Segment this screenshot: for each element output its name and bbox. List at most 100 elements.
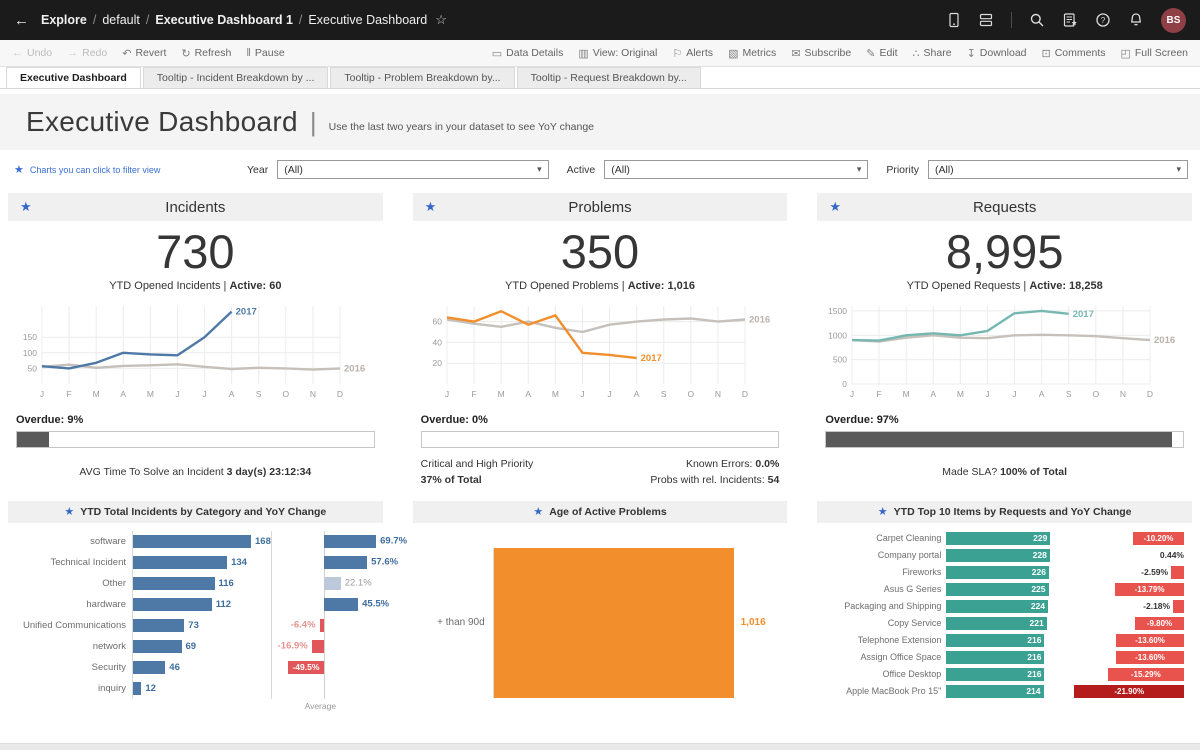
data-details-button[interactable]: ▭Data Details — [492, 47, 564, 60]
request-bar[interactable]: 214 — [946, 685, 1043, 698]
request-bar[interactable]: 226 — [946, 566, 1049, 579]
incidents-kpi-subtitle: YTD Opened Incidents | Active: 60 — [8, 280, 383, 292]
request-row[interactable]: Carpet Cleaning229-10.20% — [823, 530, 1186, 547]
yoy-bar[interactable]: -13.79% — [1115, 583, 1184, 596]
full-screen-button[interactable]: ◰Full Screen — [1120, 47, 1188, 60]
favorite-star-icon[interactable]: ☆ — [435, 12, 447, 28]
tab-executive-dashboard[interactable]: Executive Dashboard — [6, 67, 141, 88]
tab-tooltip-incident[interactable]: Tooltip - Incident Breakdown by ... — [143, 67, 329, 88]
count-bar[interactable] — [133, 640, 182, 653]
yoy-bar[interactable]: -49.5% — [288, 661, 325, 674]
yoy-bar[interactable]: -10.20% — [1133, 532, 1184, 545]
yoy-bar[interactable] — [324, 556, 367, 569]
count-bar[interactable] — [133, 535, 251, 548]
tab-tooltip-request[interactable]: Tooltip - Request Breakdown by... — [517, 67, 701, 88]
request-row[interactable]: Company portal2280.44% — [823, 547, 1186, 564]
revert-button[interactable]: ↶Revert — [122, 47, 166, 60]
count-bar[interactable] — [133, 619, 184, 632]
share-icon: ∴ — [913, 47, 920, 60]
request-row[interactable]: Fireworks226-2.59% — [823, 564, 1186, 581]
problems-line-chart[interactable]: 20406020172016JFMAMJJASOND — [413, 298, 787, 402]
pause-button[interactable]: ‖Pause — [246, 47, 284, 59]
breadcrumb-view[interactable]: Executive Dashboard — [308, 13, 427, 27]
request-bar[interactable]: 216 — [946, 651, 1044, 664]
metrics-button[interactable]: ▧Metrics — [728, 47, 776, 60]
breadcrumb-explore[interactable]: Explore — [41, 13, 87, 27]
yoy-bar[interactable] — [324, 598, 358, 611]
filter-active: Active (All)▾ — [567, 160, 869, 179]
yoy-bar[interactable] — [312, 640, 325, 653]
request-bar[interactable]: 228 — [946, 549, 1050, 562]
category-row[interactable]: software16869.7% — [14, 531, 377, 552]
incidents-line-chart[interactable]: 5010015020172016JFMAMJJASOND — [8, 298, 382, 402]
yoy-bar[interactable] — [324, 577, 340, 590]
refresh-button[interactable]: ↻Refresh — [181, 47, 231, 60]
request-bar[interactable]: 229 — [946, 532, 1050, 545]
request-row[interactable]: Office Desktop216-15.29% — [823, 666, 1186, 683]
age-bar[interactable] — [494, 548, 734, 698]
yoy-bar[interactable] — [324, 535, 376, 548]
active-select[interactable]: (All)▾ — [604, 160, 868, 179]
yoy-bar[interactable]: -15.29% — [1108, 668, 1184, 681]
request-bar[interactable]: 216 — [946, 668, 1044, 681]
yoy-bar[interactable]: -21.90% — [1074, 685, 1184, 698]
category-row[interactable]: inquiry12 — [14, 678, 377, 699]
redo-button[interactable]: →Redo — [67, 47, 107, 59]
request-row[interactable]: Apple MacBook Pro 15"214-21.90% — [823, 683, 1186, 700]
count-bar[interactable] — [133, 556, 227, 569]
category-row[interactable]: Technical Incident13457.6% — [14, 552, 377, 573]
requests-line-chart[interactable]: 05001000150020172016JFMAMJJASOND — [818, 298, 1192, 402]
download-button[interactable]: ↧Download — [967, 47, 1027, 60]
device-preview-icon[interactable] — [947, 12, 961, 28]
share-button[interactable]: ∴Share — [913, 47, 952, 60]
undo-button[interactable]: ←Undo — [12, 47, 52, 59]
request-row[interactable]: Telephone Extension216-13.60% — [823, 632, 1186, 649]
count-bar[interactable] — [133, 661, 165, 674]
comments-button[interactable]: ⊡Comments — [1042, 47, 1106, 60]
breadcrumb-project[interactable]: default — [102, 13, 140, 27]
view-original-button[interactable]: ▥View: Original — [578, 47, 657, 60]
breadcrumb-workbook[interactable]: Executive Dashboard 1 — [155, 13, 293, 27]
category-row[interactable]: Unified Communications73-6.4% — [14, 615, 377, 636]
count-bar[interactable] — [133, 598, 212, 611]
svg-text:J: J — [607, 389, 611, 399]
search-icon[interactable] — [1029, 12, 1045, 28]
subscribe-button[interactable]: ✉Subscribe — [791, 47, 851, 60]
back-icon[interactable]: ← — [14, 12, 29, 29]
yoy-bar[interactable]: -13.60% — [1116, 651, 1184, 664]
edit-button[interactable]: ✎Edit — [866, 47, 897, 60]
alerts-button[interactable]: ⚐Alerts — [672, 47, 713, 60]
avatar[interactable]: BS — [1161, 8, 1186, 33]
yoy-bar[interactable]: -13.60% — [1116, 634, 1184, 647]
request-bar[interactable]: 224 — [946, 600, 1048, 613]
yoy-bar[interactable] — [1171, 566, 1184, 579]
tab-tooltip-problem[interactable]: Tooltip - Problem Breakdown by... — [330, 67, 514, 88]
request-yoy-area: -9.80% — [1047, 617, 1186, 630]
priority-select[interactable]: (All)▾ — [928, 160, 1188, 179]
request-bar[interactable]: 216 — [946, 634, 1044, 647]
category-row[interactable]: Security46-49.5% — [14, 657, 377, 678]
request-row[interactable]: Packaging and Shipping224-2.18% — [823, 598, 1186, 615]
category-row[interactable]: Other11622.1% — [14, 573, 377, 594]
problems-kpi-subtitle: YTD Opened Problems | Active: 1,016 — [413, 280, 788, 292]
request-row[interactable]: Copy Service221-9.80% — [823, 615, 1186, 632]
count-bar[interactable] — [133, 577, 215, 590]
request-bar[interactable]: 221 — [946, 617, 1046, 630]
bell-icon[interactable] — [1128, 12, 1144, 28]
category-row[interactable]: network69-16.9% — [14, 636, 377, 657]
favorites-list-icon[interactable] — [1062, 12, 1078, 28]
request-row[interactable]: Asus G Series225-13.79% — [823, 581, 1186, 598]
help-icon[interactable]: ? — [1095, 12, 1111, 28]
count-bar[interactable] — [133, 682, 141, 695]
year-select[interactable]: (All)▾ — [277, 160, 548, 179]
yoy-bar[interactable] — [1173, 600, 1184, 613]
count-bar-area: 12 — [132, 678, 271, 699]
yoy-value: 0.44% — [1160, 550, 1184, 560]
filter-priority: Priority (All)▾ — [886, 160, 1188, 179]
request-row[interactable]: Assign Office Space216-13.60% — [823, 649, 1186, 666]
yoy-bar[interactable] — [320, 619, 325, 632]
request-bar[interactable]: 225 — [946, 583, 1048, 596]
category-row[interactable]: hardware11245.5% — [14, 594, 377, 615]
yoy-bar[interactable]: -9.80% — [1135, 617, 1184, 630]
data-source-icon[interactable] — [978, 12, 994, 28]
